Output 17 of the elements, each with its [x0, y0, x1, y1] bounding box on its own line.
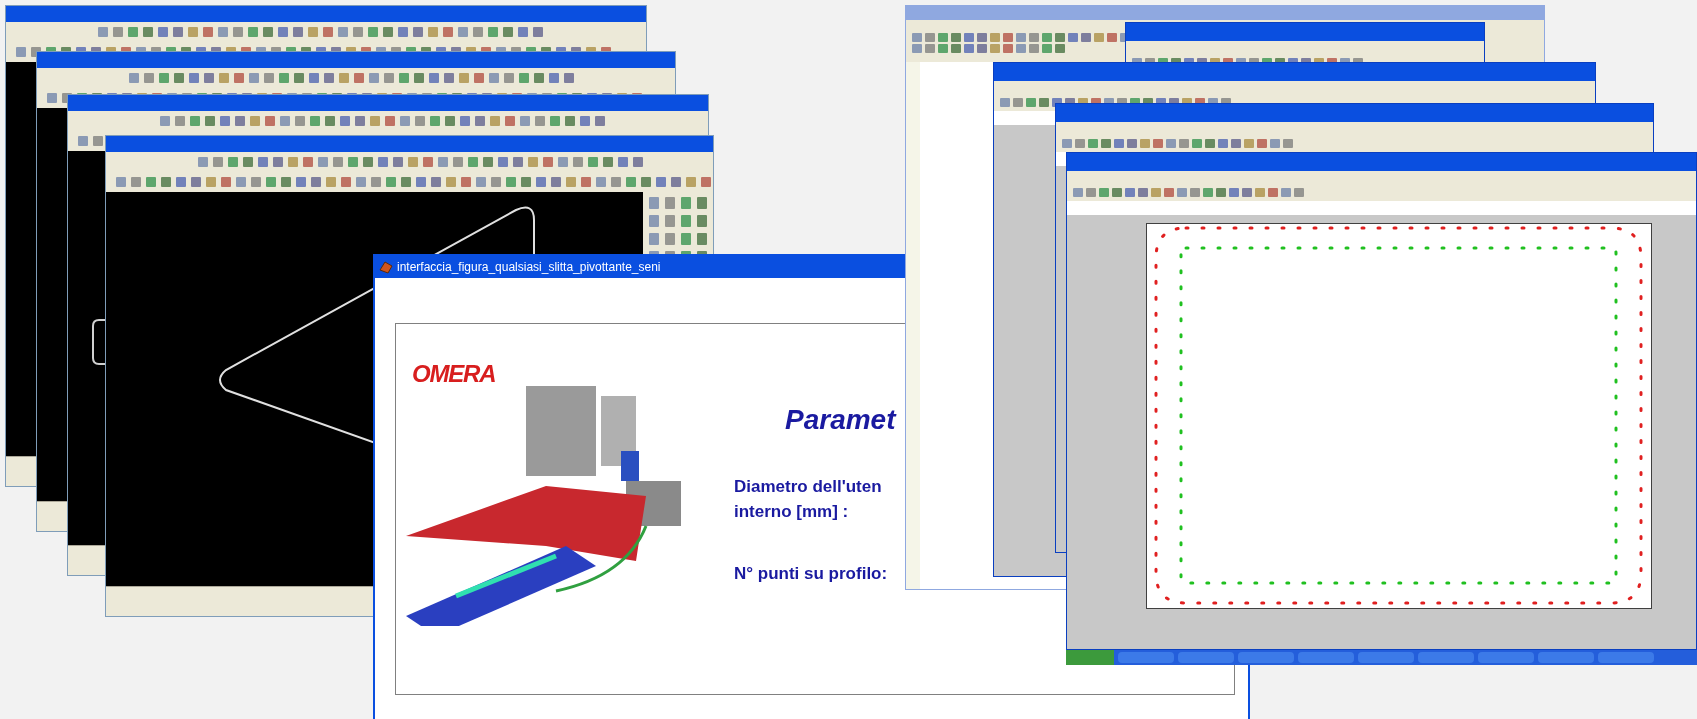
taskbar-item[interactable] [1478, 652, 1534, 663]
taskbar-item[interactable] [1298, 652, 1354, 663]
taskbar-item[interactable] [1358, 652, 1414, 663]
field-label: Diametro dell'uten interno [mm] : [734, 476, 883, 523]
start-button[interactable] [1066, 650, 1114, 665]
taskbar-item[interactable] [1418, 652, 1474, 663]
taskbar-item[interactable] [1538, 652, 1594, 663]
parameters-heading: Paramet [785, 404, 896, 436]
window-title: interfaccia_figura_qualsiasi_slitta_pivottante_seni [397, 259, 661, 276]
taskbar-item[interactable] [1238, 652, 1294, 663]
app-icon [379, 260, 393, 274]
company-logo: OMERA [412, 362, 497, 386]
taskbar-item[interactable] [1118, 652, 1174, 663]
field-label: N° punti su profilo: [734, 563, 889, 585]
taskbar-item[interactable] [1178, 652, 1234, 663]
taskbar-item[interactable] [1598, 652, 1654, 663]
rounded-slot-drawing [92, 319, 105, 365]
